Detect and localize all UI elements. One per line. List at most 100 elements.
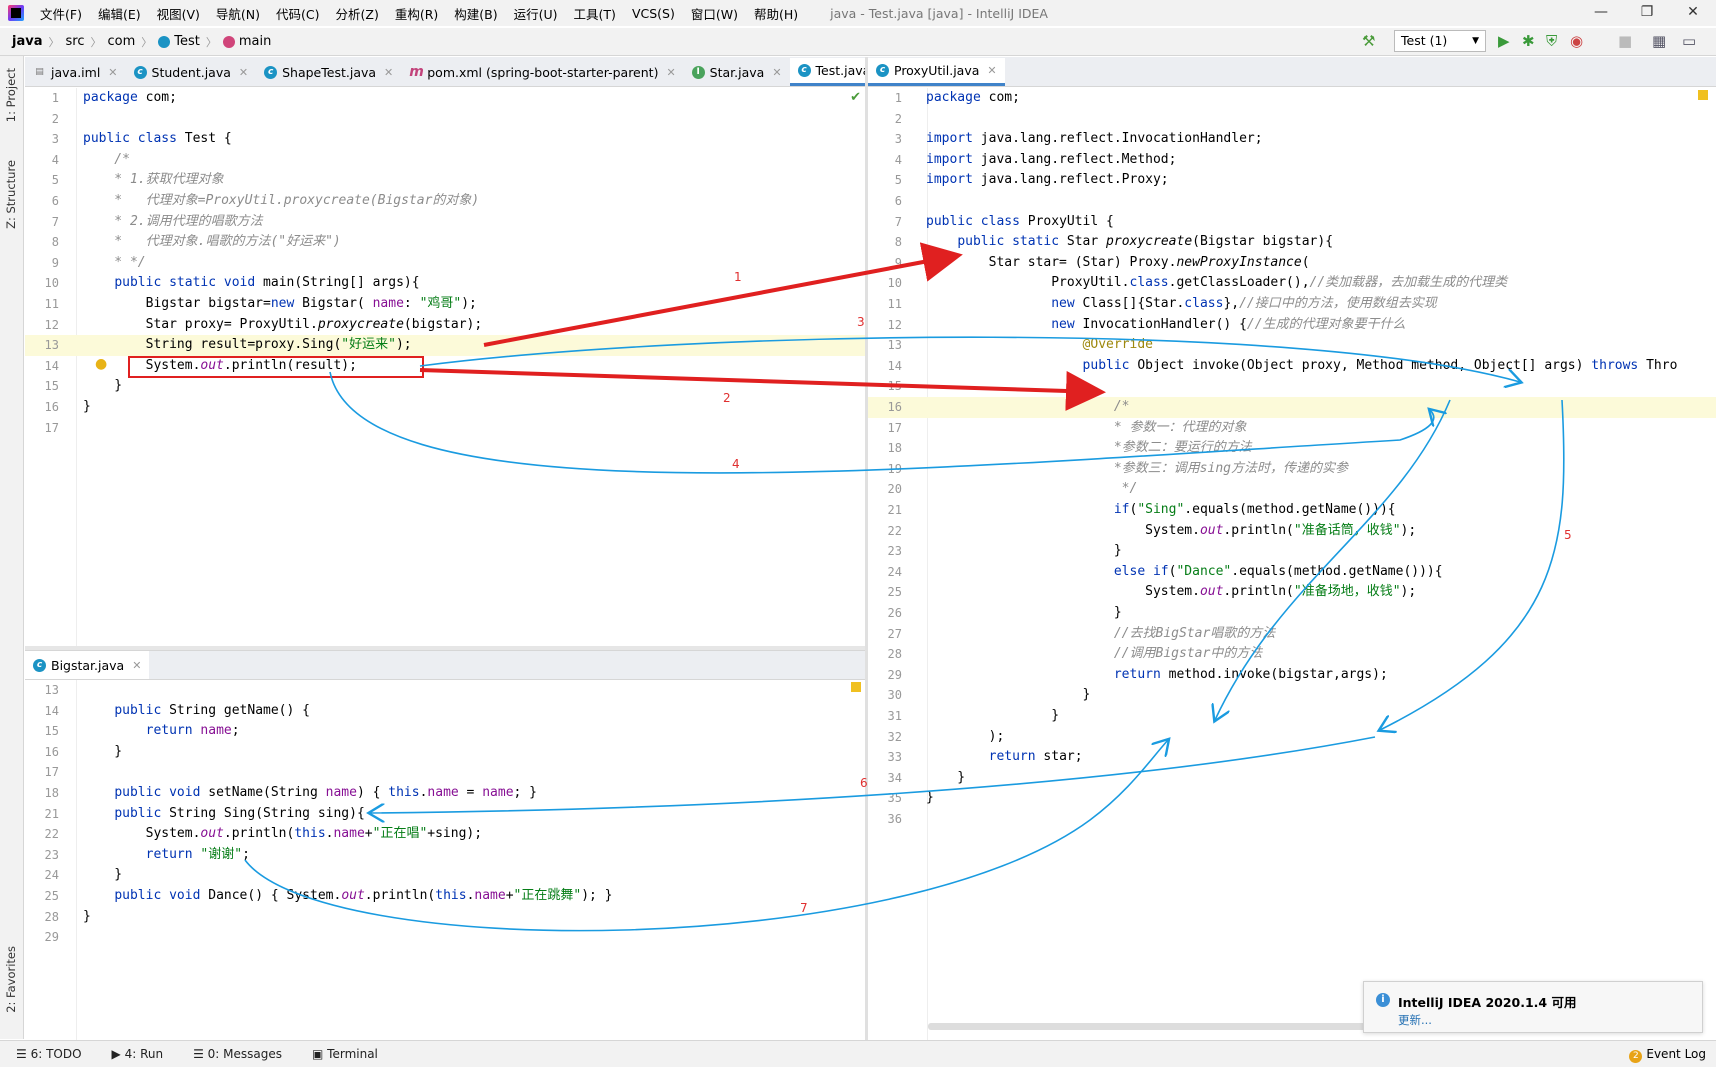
code-line[interactable]: 24 }: [25, 865, 865, 886]
tab-bigstar-java[interactable]: c Bigstar.java ✕: [25, 651, 150, 679]
code-line[interactable]: 10 public static void main(String[] args…: [25, 273, 865, 294]
code-line[interactable]: 8 * 代理对象.唱歌的方法("好运来"): [25, 232, 865, 253]
menu-tools[interactable]: 工具(T): [574, 4, 616, 23]
menu-analyze[interactable]: 分析(Z): [336, 4, 379, 23]
horizontal-splitter[interactable]: [25, 646, 865, 650]
code-line[interactable]: 8 public static Star proxycreate(Bigstar…: [868, 232, 1716, 253]
project-structure-icon[interactable]: ▦: [1652, 32, 1666, 50]
code-line[interactable]: 29: [25, 927, 865, 948]
menu-refactor[interactable]: 重构(R): [395, 4, 438, 23]
code-line[interactable]: 13 String result=proxy.Sing("好运来");: [25, 335, 865, 356]
code-line[interactable]: 21 if("Sing".equals(method.getName())){: [868, 500, 1716, 521]
code-line[interactable]: 3 public class Test {: [25, 129, 865, 150]
code-line[interactable]: 26 }: [868, 603, 1716, 624]
todo-tool-button[interactable]: ☰ 6: TODO: [16, 1047, 82, 1061]
code-line[interactable]: 3 import java.lang.reflect.InvocationHand…: [868, 129, 1716, 150]
intention-bulb-icon[interactable]: ●: [95, 356, 107, 372]
menu-file[interactable]: 文件(F): [40, 4, 82, 23]
code-line[interactable]: 16}: [25, 397, 865, 418]
menu-edit[interactable]: 编辑(E): [98, 4, 141, 23]
code-line[interactable]: 18 public void setName(String name) { th…: [25, 783, 865, 804]
menu-vcs[interactable]: VCS(S): [632, 6, 675, 21]
code-line[interactable]: 4 /*: [25, 150, 865, 171]
code-line[interactable]: 25 System.out.println("准备场地，收钱");: [868, 582, 1716, 603]
close-icon[interactable]: ✕: [108, 66, 117, 79]
code-line[interactable]: 35}: [868, 788, 1716, 809]
run-icon[interactable]: ▶: [1498, 32, 1510, 50]
event-log-button[interactable]: 2 Event Log: [1629, 1047, 1706, 1063]
code-line[interactable]: 14 public Object invoke(Object proxy, Me…: [868, 356, 1716, 377]
code-line[interactable]: 5 import java.lang.reflect.Proxy;: [868, 170, 1716, 191]
close-icon[interactable]: ✕: [666, 66, 675, 79]
code-line[interactable]: 19 *参数三：调用sing方法时，传递的实参: [868, 459, 1716, 480]
profile-icon[interactable]: ◉: [1570, 32, 1583, 50]
code-line[interactable]: 9 Star star= (Star) Proxy.newProxyInstan…: [868, 253, 1716, 274]
close-icon[interactable]: ✕: [987, 64, 996, 77]
menu-window[interactable]: 窗口(W): [691, 4, 738, 23]
breadcrumb-java[interactable]: java: [12, 34, 42, 49]
code-line[interactable]: 17: [25, 762, 865, 783]
close-icon[interactable]: ✕: [772, 66, 781, 79]
terminal-tool-button[interactable]: ▣ Terminal: [312, 1047, 378, 1061]
code-line[interactable]: 15 return name;: [25, 721, 865, 742]
code-line[interactable]: 13: [25, 680, 865, 701]
close-icon[interactable]: ✕: [239, 66, 248, 79]
code-line[interactable]: 2: [25, 109, 865, 130]
code-line[interactable]: 16 /*: [868, 397, 1716, 418]
code-line[interactable]: 33 return star;: [868, 747, 1716, 768]
favorites-tool-tab[interactable]: 2: Favorites: [4, 946, 18, 1013]
minimize-icon[interactable]: —: [1578, 0, 1624, 24]
debug-icon[interactable]: ✱: [1522, 32, 1535, 50]
code-line[interactable]: 15 }: [25, 376, 865, 397]
tab-pom-xml[interactable]: m pom.xml (spring-boot-starter-parent) ✕: [401, 58, 683, 86]
code-line[interactable]: 7 * 2.调用代理的唱歌方法: [25, 212, 865, 233]
code-line[interactable]: 9 * */: [25, 253, 865, 274]
test-java-editor[interactable]: 1 package com; 2 3 public class Test {4 /* 5 …: [25, 88, 865, 648]
code-line[interactable]: 28}: [25, 907, 865, 928]
code-line[interactable]: 22 System.out.println("准备话筒，收钱");: [868, 521, 1716, 542]
code-line[interactable]: 31 }: [868, 706, 1716, 727]
layout-icon[interactable]: ▭: [1682, 32, 1696, 50]
code-line[interactable]: 22 System.out.println(this.name+"正在唱"+si…: [25, 824, 865, 845]
build-hammer-icon[interactable]: ⚒: [1362, 32, 1375, 50]
project-tool-tab[interactable]: 1: Project: [4, 68, 18, 122]
code-line[interactable]: 34 }: [868, 768, 1716, 789]
tab-shapetest-java[interactable]: c ShapeTest.java ✕: [256, 58, 401, 86]
breadcrumb-test[interactable]: Test: [174, 34, 200, 49]
code-line[interactable]: 6 * 代理对象=ProxyUtil.proxycreate(Bigstar的对…: [25, 191, 865, 212]
close-icon[interactable]: ✕: [384, 66, 393, 79]
menu-code[interactable]: 代码(C): [276, 4, 319, 23]
code-line[interactable]: 15: [868, 376, 1716, 397]
stop-icon[interactable]: ■: [1618, 32, 1632, 50]
tab-test-java[interactable]: cTest.java✕: [789, 58, 865, 86]
code-line[interactable]: 5 * 1.获取代理对象: [25, 170, 865, 191]
code-line[interactable]: 10 ProxyUtil.class.getClassLoader(),//类加…: [868, 273, 1716, 294]
code-line[interactable]: 23 return "谢谢";: [25, 845, 865, 866]
tab-proxyutil-java[interactable]: c ProxyUtil.java ✕: [868, 58, 1005, 86]
code-line[interactable]: 20 */: [868, 479, 1716, 500]
close-icon[interactable]: ✕: [1670, 0, 1716, 24]
code-line[interactable]: 6: [868, 191, 1716, 212]
code-line[interactable]: 1 package com;: [868, 88, 1716, 109]
code-line[interactable]: 21 public String Sing(String sing){: [25, 804, 865, 825]
run-configuration-select[interactable]: Test (1) ▼: [1394, 30, 1486, 52]
structure-tool-tab[interactable]: Z: Structure: [4, 160, 18, 229]
tab-star-java[interactable]: I Star.java ✕: [684, 58, 790, 86]
code-line[interactable]: 12 Star proxy= ProxyUtil.proxycreate(big…: [25, 315, 865, 336]
coverage-icon[interactable]: ⛨: [1546, 32, 1557, 50]
restore-icon[interactable]: ❐: [1624, 0, 1670, 24]
code-line[interactable]: 29 return method.invoke(bigstar,args);: [868, 665, 1716, 686]
code-line[interactable]: 17: [25, 418, 865, 439]
code-line[interactable]: 11 Bigstar bigstar=new Bigstar( name: "鸡…: [25, 294, 865, 315]
code-line[interactable]: 13 @Override: [868, 335, 1716, 356]
close-icon[interactable]: ✕: [132, 659, 141, 672]
code-line[interactable]: 16 }: [25, 742, 865, 763]
code-line[interactable]: 11 new Class[]{Star.class},//接口中的方法，使用数组…: [868, 294, 1716, 315]
code-line[interactable]: 36: [868, 809, 1716, 830]
breadcrumb-src[interactable]: src: [65, 34, 84, 49]
code-line[interactable]: 30 }: [868, 685, 1716, 706]
messages-tool-button[interactable]: ☰ 0: Messages: [193, 1047, 282, 1061]
code-line[interactable]: 32 );: [868, 727, 1716, 748]
run-tool-button[interactable]: ▶ 4: Run: [112, 1047, 164, 1061]
menu-navigate[interactable]: 导航(N): [216, 4, 260, 23]
